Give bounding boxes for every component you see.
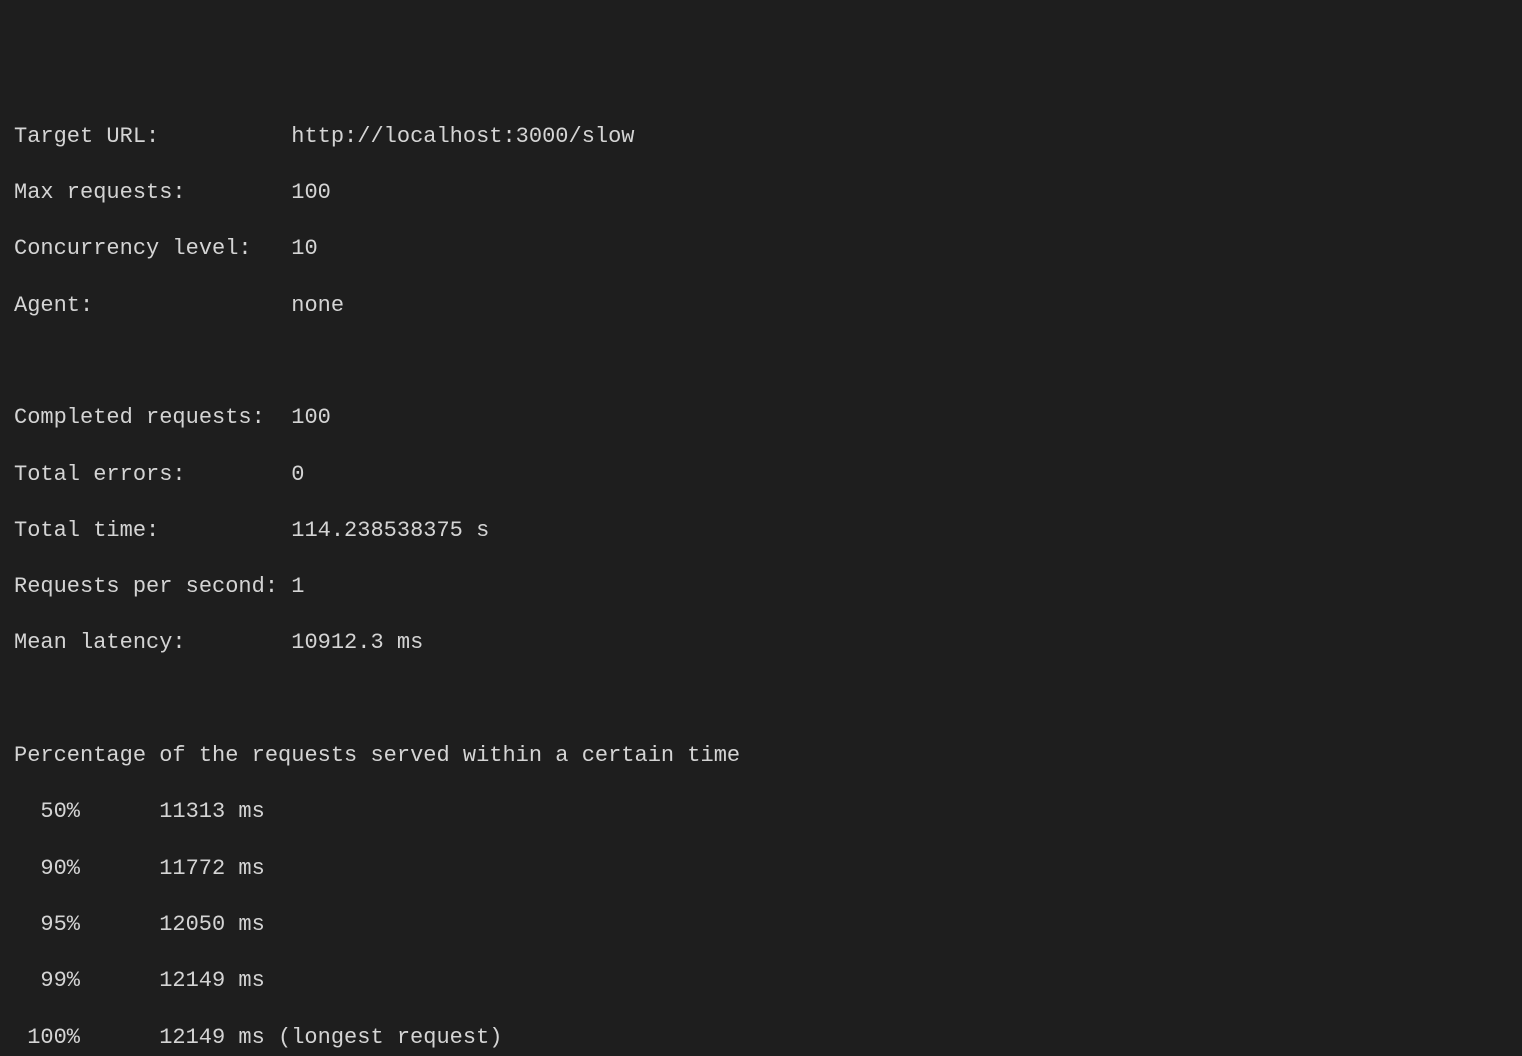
percentile-pct: 99% [14, 967, 80, 995]
percentile-time: 12149 [80, 1024, 225, 1052]
percentile-pct: 95% [14, 911, 80, 939]
summary-label: Mean latency: [14, 629, 278, 657]
percentile-heading: Percentage of the requests served within… [14, 742, 1508, 770]
percentile-unit: ms [225, 855, 265, 883]
terminal-line: Target URL: http://localhost:3000/slow [14, 123, 1508, 151]
percentile-unit: ms [225, 911, 265, 939]
terminal-blank-line [14, 348, 1508, 376]
percentile-time: 12050 [80, 911, 225, 939]
terminal-line: Total errors: 0 [14, 461, 1508, 489]
summary-label: Total time: [14, 517, 278, 545]
param-value: none [291, 292, 344, 320]
param-value: 10 [291, 235, 317, 263]
terminal-line: Completed requests: 100 [14, 404, 1508, 432]
param-value: 100 [291, 179, 331, 207]
terminal-blank-line [14, 686, 1508, 714]
terminal-line: Mean latency: 10912.3 ms [14, 629, 1508, 657]
summary-value: 1 [291, 573, 304, 601]
percentile-unit: ms [225, 798, 265, 826]
percentile-note: (longest request) [265, 1024, 503, 1052]
percentile-pct: 100% [14, 1024, 80, 1052]
param-label: Max requests: [14, 179, 278, 207]
percentile-row: 100%12149 ms (longest request) [14, 1024, 1508, 1052]
param-label: Agent: [14, 292, 278, 320]
terminal-line: Agent: none [14, 292, 1508, 320]
summary-label: Requests per second: [14, 573, 278, 601]
percentile-unit: ms [225, 1024, 265, 1052]
percentile-row: 99%12149 ms [14, 967, 1508, 995]
percentile-pct: 50% [14, 798, 80, 826]
percentile-time: 12149 [80, 967, 225, 995]
terminal-line: Requests per second: 1 [14, 573, 1508, 601]
param-label: Target URL: [14, 123, 278, 151]
percentile-unit: ms [225, 967, 265, 995]
summary-label: Total errors: [14, 461, 278, 489]
percentile-row: 90%11772 ms [14, 855, 1508, 883]
terminal-line: Max requests: 100 [14, 179, 1508, 207]
terminal-line: Total time: 114.238538375 s [14, 517, 1508, 545]
percentile-row: 50%11313 ms [14, 798, 1508, 826]
percentile-time: 11313 [80, 798, 225, 826]
percentile-pct: 90% [14, 855, 80, 883]
param-value: http://localhost:3000/slow [291, 123, 634, 151]
summary-value: 0 [291, 461, 304, 489]
param-label: Concurrency level: [14, 235, 278, 263]
summary-value: 100 [291, 404, 331, 432]
summary-value: 10912.3 ms [291, 629, 423, 657]
percentile-time: 11772 [80, 855, 225, 883]
percentile-row: 95%12050 ms [14, 911, 1508, 939]
summary-value: 114.238538375 s [291, 517, 489, 545]
terminal-line: Concurrency level: 10 [14, 235, 1508, 263]
summary-label: Completed requests: [14, 404, 278, 432]
